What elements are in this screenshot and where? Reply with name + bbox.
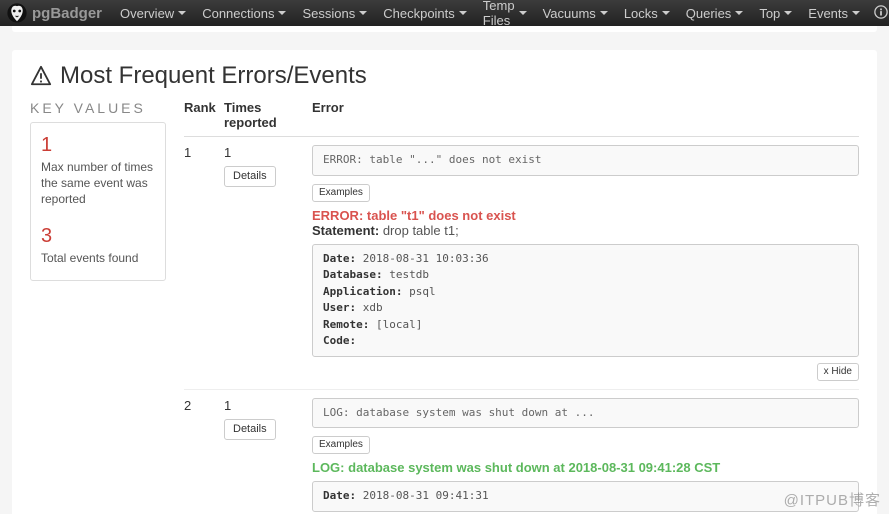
caret-icon	[278, 11, 286, 15]
hide-button[interactable]: x Hide	[817, 363, 859, 381]
brand-logo[interactable]	[6, 2, 28, 24]
kv-number: 3	[41, 226, 155, 246]
log-label: LOG:	[312, 460, 345, 475]
nav-connections[interactable]: Connections	[194, 0, 294, 26]
caret-icon	[178, 11, 186, 15]
table-row: 2 1 Details LOG: database system was shu…	[184, 390, 859, 514]
caret-icon	[359, 11, 367, 15]
nav-label: Queries	[686, 6, 732, 21]
statement-text: drop table t1;	[383, 223, 459, 238]
page-body: Most Frequent Errors/Events KEY VALUES 1…	[0, 26, 889, 514]
nav-sessions[interactable]: Sessions	[294, 0, 375, 26]
error-message-box: LOG: database system was shut down at ..…	[312, 398, 859, 429]
nav-overview[interactable]: Overview	[112, 0, 194, 26]
detail-key: Code:	[323, 334, 356, 347]
table-row: 1 1 Details ERROR: table "..." does not …	[184, 137, 859, 390]
detail-key: Database:	[323, 268, 383, 281]
statement-label: Statement:	[312, 223, 379, 238]
nav-label: Temp Files	[483, 0, 515, 28]
brand-text[interactable]: pgBadger	[32, 5, 102, 22]
nav-tempfiles[interactable]: Temp Files	[475, 0, 535, 26]
nav-label: Vacuums	[543, 6, 596, 21]
key-values-heading: KEY VALUES	[30, 100, 166, 116]
section-title: Most Frequent Errors/Events	[30, 62, 859, 90]
table-header: Rank Times reported Error	[184, 100, 859, 137]
examples-button[interactable]: Examples	[312, 184, 370, 202]
detail-box: Date: 2018-08-31 10:03:36 Database: test…	[312, 244, 859, 357]
nav-checkpoints[interactable]: Checkpoints	[375, 0, 475, 26]
times-value: 1	[224, 398, 312, 413]
layout: KEY VALUES 1 Max number of times the sam…	[30, 100, 859, 514]
key-values-box: 1 Max number of times the same event was…	[30, 122, 166, 281]
detail-val: 2018-08-31 09:41:31	[363, 489, 489, 502]
details-button[interactable]: Details	[224, 166, 276, 187]
caret-icon	[852, 11, 860, 15]
nav-label: Sessions	[302, 6, 355, 21]
kv-item: 3 Total events found	[41, 226, 155, 266]
error-cell: ERROR: table "..." does not exist Exampl…	[312, 145, 859, 381]
detail-box: Date: 2018-08-31 09:41:31	[312, 481, 859, 512]
nav-locks[interactable]: Locks	[616, 0, 678, 26]
examples-button[interactable]: Examples	[312, 436, 370, 454]
detail-key: Date:	[323, 252, 356, 265]
kv-number: 1	[41, 135, 155, 155]
nav-label: Events	[808, 6, 848, 21]
caret-icon	[784, 11, 792, 15]
error-line: LOG: database system was shut down at 20…	[312, 460, 859, 475]
nav-label: Top	[759, 6, 780, 21]
log-text: database system was shut down at 2018-08…	[348, 460, 720, 475]
caret-icon	[459, 11, 467, 15]
detail-val: [local]	[376, 318, 422, 331]
nav-label: Connections	[202, 6, 274, 21]
detail-val: xdb	[363, 301, 383, 314]
details-button[interactable]: Details	[224, 419, 276, 440]
detail-key: User:	[323, 301, 356, 314]
rank-cell: 2	[184, 398, 224, 514]
error-message-box: ERROR: table "..." does not exist	[312, 145, 859, 176]
times-cell: 1 Details	[224, 145, 312, 381]
detail-val: 2018-08-31 10:03:36	[363, 252, 489, 265]
key-values: KEY VALUES 1 Max number of times the sam…	[30, 100, 166, 514]
col-times-header: Times reported	[224, 100, 312, 130]
kv-desc: Max number of times the same event was r…	[41, 159, 155, 208]
kv-item: 1 Max number of times the same event was…	[41, 135, 155, 208]
nav-events[interactable]: Events	[800, 0, 868, 26]
rank-cell: 1	[184, 145, 224, 381]
caret-icon	[600, 11, 608, 15]
times-value: 1	[224, 145, 312, 160]
detail-key: Remote:	[323, 318, 369, 331]
error-line: ERROR: table "t1" does not exist Stateme…	[312, 208, 859, 238]
detail-key: Application:	[323, 285, 402, 298]
navbar: pgBadger Overview Connections Sessions C…	[0, 0, 889, 26]
nav-queries[interactable]: Queries	[678, 0, 752, 26]
kv-desc: Total events found	[41, 250, 155, 266]
nav-top[interactable]: Top	[751, 0, 800, 26]
badger-icon	[6, 2, 28, 24]
error-label: ERROR:	[312, 208, 363, 223]
detail-val: psql	[409, 285, 436, 298]
previous-card-edge	[12, 26, 877, 32]
detail-val: testdb	[389, 268, 429, 281]
col-rank-header: Rank	[184, 100, 224, 130]
caret-icon	[519, 11, 527, 15]
nav-label: Checkpoints	[383, 6, 455, 21]
error-cell: LOG: database system was shut down at ..…	[312, 398, 859, 514]
nav-label: Locks	[624, 6, 658, 21]
section-title-text: Most Frequent Errors/Events	[60, 62, 367, 90]
col-error-header: Error	[312, 100, 859, 130]
errors-panel: Most Frequent Errors/Events KEY VALUES 1…	[12, 50, 877, 514]
caret-icon	[735, 11, 743, 15]
nav-vacuums[interactable]: Vacuums	[535, 0, 616, 26]
warning-icon	[30, 65, 52, 87]
nav-label: Overview	[120, 6, 174, 21]
errors-table: Rank Times reported Error 1 1 Details ER…	[184, 100, 859, 514]
detail-key: Date:	[323, 489, 356, 502]
times-cell: 1 Details	[224, 398, 312, 514]
error-text: table "t1" does not exist	[367, 208, 516, 223]
info-icon[interactable]	[874, 5, 888, 22]
caret-icon	[662, 11, 670, 15]
